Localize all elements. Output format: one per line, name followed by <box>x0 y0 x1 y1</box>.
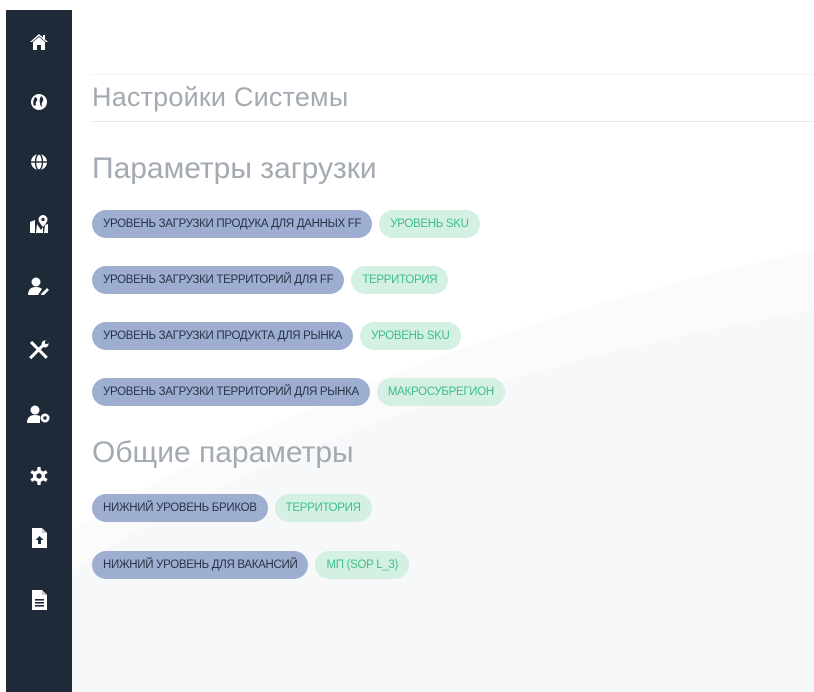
sidebar-item-upload[interactable] <box>6 518 72 558</box>
param-value-badge[interactable]: УРОВЕНЬ SKU <box>360 322 461 350</box>
user-edit-icon <box>28 277 50 295</box>
globe-americas-icon <box>30 93 48 111</box>
param-label: УРОВЕНЬ ЗАГРУЗКИ ТЕРРИТОРИЙ ДЛЯ РЫНКА <box>92 378 370 406</box>
page: Настройки Системы Параметры загрузки УРО… <box>0 0 814 692</box>
param-row: УРОВЕНЬ ЗАГРУЗКИ ПРОДУКА ДЛЯ ДАННЫХ FF У… <box>92 210 480 238</box>
sidebar-item-settings[interactable] <box>6 456 72 496</box>
sidebar-item-documents[interactable] <box>6 580 72 620</box>
sidebar-item-world[interactable] <box>6 82 72 122</box>
file-upload-icon <box>31 528 47 548</box>
cog-icon <box>30 467 48 485</box>
sidebar-item-user-settings[interactable] <box>6 394 72 434</box>
user-cog-icon <box>27 405 51 423</box>
sidebar-item-map[interactable] <box>6 204 72 244</box>
param-row: УРОВЕНЬ ЗАГРУЗКИ ПРОДУКТА ДЛЯ РЫНКА УРОВ… <box>92 322 461 350</box>
param-label: НИЖНИЙ УРОВЕНЬ БРИКОВ <box>92 494 268 522</box>
title-divider <box>92 121 814 122</box>
param-label: УРОВЕНЬ ЗАГРУЗКИ ТЕРРИТОРИЙ ДЛЯ FF <box>92 266 345 294</box>
file-alt-icon <box>31 590 47 610</box>
param-label: УРОВЕНЬ ЗАГРУЗКИ ПРОДУКА ДЛЯ ДАННЫХ FF <box>92 210 373 238</box>
sidebar <box>6 10 72 692</box>
param-row: НИЖНИЙ УРОВЕНЬ БРИКОВ ТЕРРИТОРИЯ <box>92 494 372 522</box>
section-title-upload-params: Параметры загрузки <box>92 152 377 185</box>
param-value-badge[interactable]: МАКРОСУБРЕГИОН <box>376 378 505 406</box>
sidebar-item-users[interactable] <box>6 266 72 306</box>
map-marker-icon <box>29 214 49 234</box>
home-icon <box>29 33 49 51</box>
tools-icon <box>29 340 49 360</box>
header-divider <box>92 74 814 75</box>
param-label: УРОВЕНЬ ЗАГРУЗКИ ПРОДУКТА ДЛЯ РЫНКА <box>92 322 354 350</box>
section-title-general-params: Общие параметры <box>92 436 354 469</box>
param-value-badge[interactable]: ТЕРРИТОРИЯ <box>274 494 372 522</box>
param-row: УРОВЕНЬ ЗАГРУЗКИ ТЕРРИТОРИЙ ДЛЯ FF ТЕРРИ… <box>92 266 449 294</box>
param-label: НИЖНИЙ УРОВЕНЬ ДЛЯ ВАКАНСИЙ <box>92 551 309 579</box>
globe-icon <box>30 153 48 171</box>
param-row: НИЖНИЙ УРОВЕНЬ ДЛЯ ВАКАНСИЙ МП (SOP L_3) <box>92 551 410 579</box>
sidebar-item-home[interactable] <box>6 22 72 62</box>
page-title: Настройки Системы <box>92 82 349 112</box>
sidebar-item-tools[interactable] <box>6 330 72 370</box>
sidebar-item-globe[interactable] <box>6 142 72 182</box>
param-row: УРОВЕНЬ ЗАГРУЗКИ ТЕРРИТОРИЙ ДЛЯ РЫНКА МА… <box>92 378 505 406</box>
param-value-badge[interactable]: ТЕРРИТОРИЯ <box>351 266 449 294</box>
param-value-badge[interactable]: МП (SOP L_3) <box>315 551 410 579</box>
param-value-badge[interactable]: УРОВЕНЬ SKU <box>379 210 480 238</box>
